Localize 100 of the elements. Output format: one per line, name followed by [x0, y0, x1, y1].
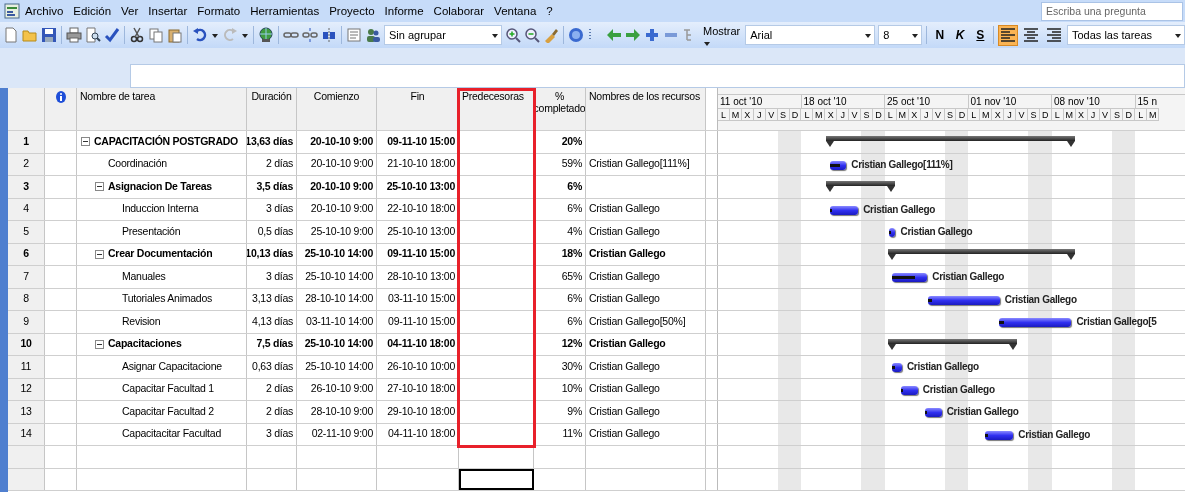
zoom-in-icon[interactable]: [505, 27, 521, 43]
task-bar[interactable]: [889, 228, 896, 237]
task-bar[interactable]: [891, 273, 928, 282]
collapse-icon[interactable]: [81, 137, 90, 147]
task-bar[interactable]: [901, 385, 918, 395]
group-by-dropdown[interactable]: Sin agrupar: [384, 25, 502, 45]
table-row[interactable]: 4 Induccion Interna 3 días 20-10-10 9:00 22-10-10 18:00 6% Cristian Gallego Cristian Gallego: [8, 198, 1185, 221]
menu-item[interactable]: Ventana: [489, 2, 542, 20]
table-row[interactable]: 14 Capacitacitar Facultad 3 días 02-11-10 9:00 04-11-10 18:00 11% Cristian Gallego Cristian Gallego: [8, 423, 1185, 446]
scissors-icon[interactable]: [129, 27, 145, 43]
question-field[interactable]: Escriba una pregunta: [1041, 1, 1183, 21]
brush-icon[interactable]: [543, 27, 559, 43]
filter-dropdown[interactable]: Todas las tareas: [1067, 25, 1185, 45]
task-name: Capacitar Facultad 1: [122, 381, 214, 397]
app-icon[interactable]: [4, 3, 20, 19]
column-header[interactable]: % completado: [534, 88, 586, 130]
table-row[interactable]: 2 Coordinación 2 días 20-10-10 9:00 21-10-10 18:00 59% Cristian Gallego[111%] Cristian Gallego[111%]: [8, 153, 1185, 176]
row-number: 10: [8, 333, 45, 355]
day-label: V: [1099, 108, 1112, 121]
font-dropdown[interactable]: Arial: [745, 25, 876, 45]
menu-item[interactable]: ?: [541, 2, 558, 20]
finish-cell: 04-11-10 18:00: [377, 423, 459, 445]
table-row[interactable]: 9 Revision 4,13 días 03-11-10 14:00 09-11-10 15:00 6% Cristian Gallego[50%] Cristian Gallego[5: [8, 311, 1185, 334]
finish-cell: 25-10-10 13:00: [377, 221, 459, 243]
globe-icon[interactable]: [258, 27, 274, 43]
start-cell: 20-10-10 9:00: [297, 131, 377, 153]
undo-icon[interactable]: [192, 27, 208, 43]
show-button[interactable]: Mostrar: [701, 22, 743, 48]
menu-item[interactable]: Ver: [116, 2, 144, 20]
menu-item[interactable]: Insertar: [143, 2, 193, 20]
plus-icon[interactable]: [644, 27, 660, 43]
menu-item[interactable]: Formato: [192, 2, 246, 20]
checkmark-icon[interactable]: [104, 27, 120, 43]
underline-button[interactable]: S: [971, 25, 989, 45]
italic-button[interactable]: K: [951, 25, 969, 45]
save-icon[interactable]: [41, 27, 57, 43]
collapse-icon[interactable]: [95, 249, 104, 259]
right-arrow-icon[interactable]: [625, 27, 641, 43]
day-label: J: [1004, 108, 1017, 121]
menu-item[interactable]: Proyecto: [324, 2, 380, 20]
left-arrow-icon[interactable]: [606, 27, 622, 43]
day-label: X: [825, 108, 838, 121]
bar-label: Cristian Gallego: [922, 382, 995, 397]
collapse-icon[interactable]: [95, 182, 104, 192]
week-label: 18 oct '10: [801, 94, 885, 108]
people-icon[interactable]: [365, 27, 381, 43]
menu-item[interactable]: Archivo: [20, 2, 69, 20]
task-bar[interactable]: [927, 295, 1000, 305]
caret-icon[interactable]: [211, 31, 219, 39]
bold-button[interactable]: N: [931, 25, 949, 45]
bar-label: Cristian Gallego[111%]: [851, 157, 953, 172]
table-row[interactable]: 8 Tutoriales Animados 3,13 días 28-10-10 14:00 03-11-10 15:00 6% Cristian Gallego Cristian Gallego: [8, 288, 1185, 311]
table-row[interactable]: 12 Capacitar Facultad 1 2 días 26-10-10 9:00 27-10-10 18:00 10% Cristian Gallego Cristian Gallego: [8, 378, 1185, 401]
task-bar[interactable]: [999, 318, 1072, 327]
collapse-icon[interactable]: [95, 339, 104, 349]
zoom-out-icon[interactable]: [524, 27, 540, 43]
table-row[interactable]: 13 Capacitar Facultad 2 2 días 28-10-10 9:00 29-10-10 18:00 9% Cristian Gallego Cristian Gallego: [8, 401, 1185, 424]
task-bar[interactable]: [925, 408, 942, 417]
start-cell: 28-10-10 9:00: [297, 401, 377, 423]
unlink-icon[interactable]: [302, 27, 318, 43]
caret-icon[interactable]: [241, 31, 249, 39]
menu-item[interactable]: Edición: [68, 2, 117, 20]
align-left-button[interactable]: [998, 24, 1018, 46]
print-preview-icon[interactable]: [85, 27, 101, 43]
column-header[interactable]: Nombre de tarea: [77, 88, 247, 130]
paste-icon[interactable]: [167, 27, 183, 43]
entry-field[interactable]: [130, 64, 1185, 88]
help-icon[interactable]: [568, 27, 584, 43]
day-label: V: [849, 108, 862, 121]
table-row[interactable]: 10 Capacitaciones 7,5 días 25-10-10 14:00 04-11-10 18:00 12% Cristian Gallego: [8, 333, 1185, 356]
split-icon[interactable]: [321, 27, 337, 43]
finish-cell: 09-11-10 15:00: [377, 243, 459, 265]
table-cell[interactable]: [459, 468, 534, 490]
task-bar[interactable]: [829, 160, 847, 170]
finish-cell: 09-11-10 15:00: [377, 131, 459, 153]
task-name: Asignar Capacitacione: [122, 358, 222, 374]
notes-icon[interactable]: [346, 27, 362, 43]
menu-item[interactable]: Herramientas: [245, 2, 325, 20]
column-header[interactable]: Nombres de los recursos: [586, 88, 706, 130]
menu-item[interactable]: Colaborar: [428, 2, 490, 20]
row-number: 7: [8, 266, 45, 288]
task-bar[interactable]: [984, 430, 1014, 440]
new-document-icon[interactable]: [3, 27, 19, 43]
table-row[interactable]: 3 Asignacion De Tareas 3,5 días 20-10-10 9:00 25-10-10 13:00 6%: [8, 176, 1185, 199]
column-header[interactable]: Duración: [247, 88, 297, 130]
day-label: X: [992, 108, 1005, 121]
table-row[interactable]: 5 Presentación 0,5 días 25-10-10 9:00 25-10-10 13:00 4% Cristian Gallego Cristian Gallego: [8, 221, 1185, 244]
corner-cell[interactable]: [8, 88, 45, 130]
column-header[interactable]: Fin: [377, 88, 459, 130]
menu-item[interactable]: Informe: [379, 2, 429, 20]
task-bar[interactable]: [891, 363, 902, 372]
column-header[interactable]: Comienzo: [297, 88, 377, 130]
table-row[interactable]: 11 Asignar Capacitacione 0,63 días 25-10-10 14:00 26-10-10 10:00 30% Cristian Gallego Cristian Gallego: [8, 356, 1185, 379]
bar-label: Cristian Gallego: [906, 360, 979, 374]
day-label: V: [1016, 108, 1028, 121]
font-size-dropdown[interactable]: 8: [878, 25, 923, 45]
table-row[interactable]: 7 Manuales 3 días 25-10-10 14:00 28-10-10 13:00 65% Cristian Gallego Cristian Gallego: [8, 266, 1185, 289]
task-bar[interactable]: [829, 205, 859, 215]
printer-icon[interactable]: [66, 27, 82, 43]
task-name: Presentación: [122, 223, 181, 239]
